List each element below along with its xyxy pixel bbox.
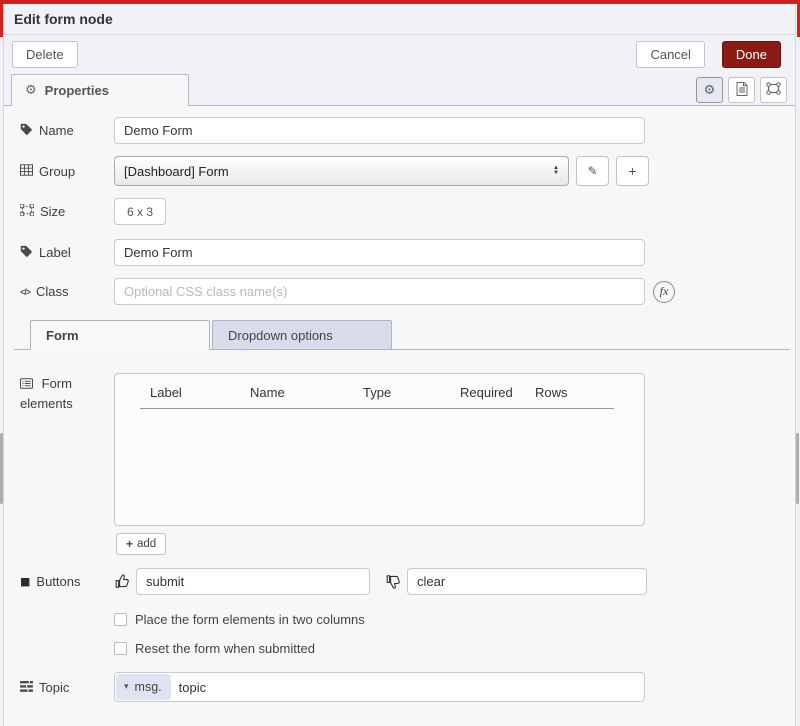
square-icon: ■: [20, 575, 30, 588]
document-icon: [736, 82, 748, 99]
name-input[interactable]: [114, 117, 645, 144]
form-elements-row: Form elements Label Name Type Required R…: [20, 373, 795, 568]
form-elements-label: Form elements: [20, 373, 114, 413]
group-row: Group [Dashboard] Form ▲▼ ✎ +: [20, 156, 795, 186]
size-row: Size 6 x 3: [20, 198, 795, 225]
form-elements-editor: Label Name Type Required Rows + add: [114, 373, 645, 568]
properties-gear-button[interactable]: ⚙: [696, 77, 723, 103]
label-row: Label: [20, 239, 795, 266]
name-row: Name: [20, 117, 795, 144]
group-select[interactable]: [Dashboard] Form ▲▼: [114, 156, 569, 186]
submit-button-input[interactable]: [136, 568, 370, 595]
tab-form[interactable]: Form: [30, 320, 210, 350]
done-button[interactable]: Done: [722, 41, 781, 68]
buttons-label: ■ Buttons: [20, 574, 114, 589]
tab-dropdown-options[interactable]: Dropdown options: [212, 320, 392, 350]
reset-form-option: Reset the form when submitted: [114, 641, 795, 656]
label-label: Label: [20, 245, 114, 261]
cancel-button[interactable]: Cancel: [636, 41, 704, 68]
plus-icon: +: [628, 163, 636, 179]
tag-icon: [20, 123, 33, 139]
left-scrollbar-thumb[interactable]: [0, 433, 3, 504]
app-header-red-edge-left: [0, 0, 3, 37]
reset-form-checkbox[interactable]: [114, 642, 127, 655]
class-input[interactable]: [114, 278, 645, 305]
plus-icon: +: [126, 537, 133, 551]
tray-toolbar: Delete Cancel Done: [4, 35, 795, 73]
column-header: Required: [460, 385, 535, 400]
buttons-row: ■ Buttons: [20, 568, 795, 595]
name-label: Name: [20, 123, 114, 139]
class-label: </> Class: [20, 284, 114, 299]
expression-button[interactable]: fx: [653, 281, 675, 303]
select-arrows-icon: ▲▼: [553, 166, 559, 176]
topic-value: topic: [172, 680, 206, 695]
edit-tray: Edit form node Delete Cancel Done ⚙ Prop…: [3, 4, 796, 726]
size-button[interactable]: 6 x 3: [114, 198, 166, 225]
column-header: Rows: [535, 385, 568, 400]
pencil-icon: ✎: [587, 164, 597, 178]
code-icon: </>: [20, 287, 30, 297]
two-columns-option: Place the form elements in two columns: [114, 612, 795, 627]
thumbs-up-icon: [114, 573, 131, 590]
gear-icon: ⚙: [25, 83, 37, 98]
caret-down-icon: ▾: [124, 682, 129, 692]
column-header: Type: [363, 385, 460, 400]
tray-tab-bar: ⚙ Properties ⚙: [4, 73, 795, 106]
column-header: Name: [250, 385, 363, 400]
topic-typed-input[interactable]: ▾ msg. topic: [114, 672, 645, 702]
form-elements-header: Label Name Type Required Rows: [140, 385, 614, 409]
edit-group-button[interactable]: ✎: [576, 156, 609, 186]
topic-type-label: msg.: [135, 680, 162, 694]
group-label: Group: [20, 164, 114, 179]
description-button[interactable]: [728, 77, 755, 103]
form-elements-list[interactable]: Label Name Type Required Rows: [114, 373, 645, 526]
tab-properties[interactable]: ⚙ Properties: [11, 74, 189, 106]
topic-row: Topic ▾ msg. topic: [20, 672, 795, 702]
checkbox-label: Reset the form when submitted: [135, 641, 315, 656]
topic-label: Topic: [20, 680, 114, 695]
two-columns-checkbox[interactable]: [114, 613, 127, 626]
delete-button[interactable]: Delete: [12, 41, 78, 68]
label-input[interactable]: [114, 239, 645, 266]
list-alt-icon: [20, 377, 37, 392]
add-element-button[interactable]: + add: [116, 533, 166, 555]
column-header: Label: [150, 385, 250, 400]
class-row: </> Class fx: [20, 278, 795, 305]
tasks-icon: [20, 680, 33, 695]
thumbs-down-icon: [385, 573, 402, 590]
tag-icon: [20, 245, 33, 261]
form-subtabs: Form Dropdown options: [14, 320, 790, 350]
tray-body: Name Group [Dashboard] Form ▲▼: [4, 106, 795, 702]
size-label: Size: [20, 204, 114, 219]
app-header-red-bar: [0, 0, 800, 4]
group-select-value: [Dashboard] Form: [124, 164, 229, 179]
checkbox-label: Place the form elements in two columns: [135, 612, 365, 627]
right-scrollbar-thumb[interactable]: [796, 433, 799, 504]
object-group-icon: [20, 204, 34, 219]
tray-title: Edit form node: [4, 4, 795, 35]
screen: Edit form node Delete Cancel Done ⚙ Prop…: [0, 0, 800, 726]
topic-type-button[interactable]: ▾ msg.: [116, 674, 171, 700]
appearance-button[interactable]: [760, 77, 787, 103]
table-icon: [20, 164, 33, 179]
add-group-button[interactable]: +: [616, 156, 649, 186]
tab-properties-label: Properties: [45, 83, 109, 98]
object-group-icon: [766, 82, 781, 98]
gear-icon: ⚙: [704, 83, 716, 98]
clear-button-input[interactable]: [407, 568, 647, 595]
tray-tab-buttons: ⚙: [696, 77, 787, 103]
